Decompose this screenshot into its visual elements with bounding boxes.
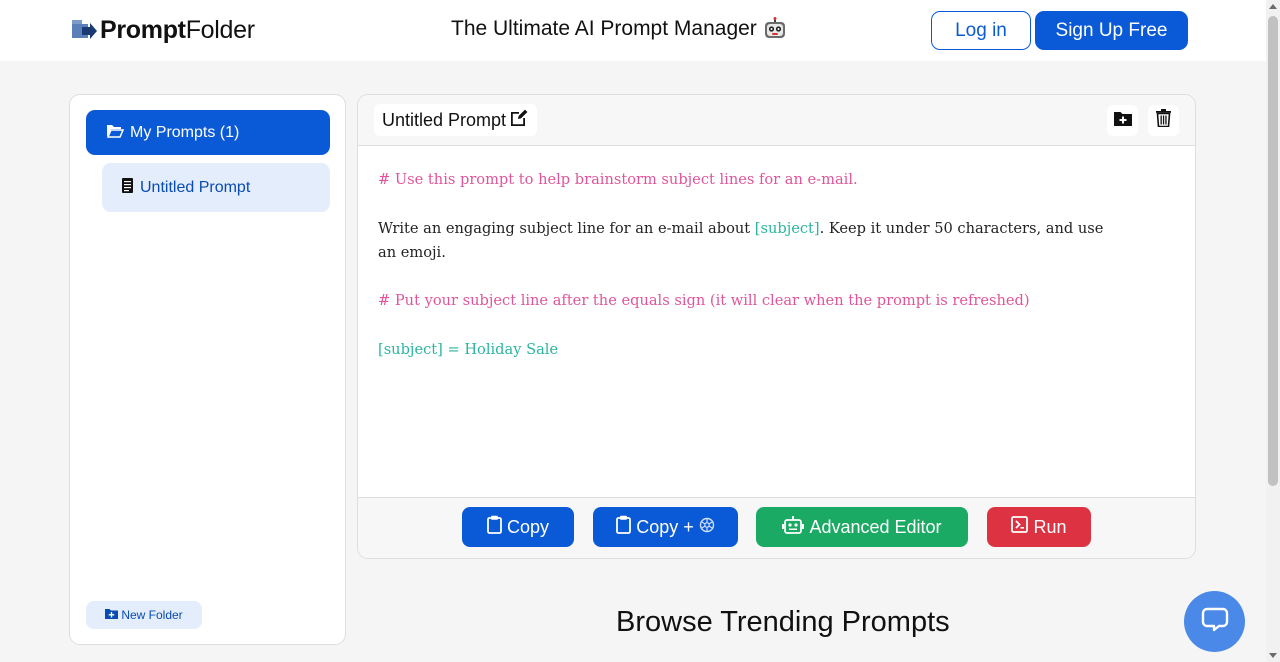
prompt-line: an emoji. <box>378 243 446 261</box>
subject-variable: [subject] <box>754 219 820 237</box>
robot-icon <box>782 515 805 539</box>
folder-my-prompts[interactable]: My Prompts (1) <box>86 110 330 155</box>
terminal-icon <box>1011 516 1029 538</box>
run-button[interactable]: Run <box>987 507 1091 547</box>
chatgpt-logo-icon <box>699 517 715 538</box>
help-chat-button[interactable] <box>1184 591 1245 652</box>
scroll-up-arrow-icon[interactable] <box>1269 4 1277 9</box>
copy-button[interactable]: Copy <box>462 507 574 547</box>
run-label: Run <box>1033 516 1067 537</box>
copy-label: Copy <box>506 516 550 537</box>
prompt-text: . Keep it under 50 characters, and use <box>819 219 1104 237</box>
prompt-text-area[interactable]: # Use this prompt to help brainstorm sub… <box>358 146 1195 498</box>
folder-plus-icon <box>105 608 119 622</box>
prompt-item-label: Untitled Prompt <box>140 178 251 196</box>
delete-prompt-button[interactable] <box>1148 105 1179 136</box>
edit-pencil-icon[interactable] <box>509 108 529 132</box>
logo-text: PromptFolder <box>100 15 255 44</box>
document-icon <box>122 177 133 198</box>
chat-bubble-icon <box>1201 605 1229 638</box>
advanced-editor-label: Advanced Editor <box>809 516 942 537</box>
prompt-text: Write an engaging subject line for an e-… <box>378 219 755 237</box>
tagline-text: The Ultimate AI Prompt Manager <box>451 17 757 40</box>
tagline: The Ultimate AI Prompt Manager <box>451 17 787 41</box>
trending-section-title: Browse Trending Prompts <box>616 606 950 638</box>
folders-sidebar: My Prompts (1) Untitled Prompt New Folde… <box>69 94 346 645</box>
trash-icon <box>1156 109 1171 132</box>
add-to-folder-button[interactable] <box>1107 105 1138 136</box>
scroll-thumb[interactable] <box>1268 16 1278 486</box>
clipboard-icon <box>487 515 502 539</box>
top-header: PromptFolder The Ultimate AI Prompt Mana… <box>0 0 1266 61</box>
prompt-editor: Untitled Prompt # Use this prompt to hel… <box>357 94 1196 559</box>
new-folder-button[interactable]: New Folder <box>86 601 202 629</box>
scroll-down-arrow-icon[interactable] <box>1269 653 1277 658</box>
folder-label: My Prompts (1) <box>130 123 240 141</box>
prompt-title[interactable]: Untitled Prompt <box>374 104 538 136</box>
page-scrollbar[interactable] <box>1266 0 1280 662</box>
logo[interactable]: PromptFolder <box>72 15 255 45</box>
prompt-line: Write an engaging subject line for an e-… <box>378 217 1175 241</box>
copy-plus-label: Copy + <box>636 516 694 537</box>
new-folder-label: New Folder <box>121 608 183 622</box>
robot-face-icon <box>763 17 787 41</box>
prompt-title-text: Untitled Prompt <box>382 109 507 130</box>
folder-plus-icon <box>1113 111 1132 131</box>
logo-folder-arrow-icon <box>72 18 98 42</box>
comment-line: # Put your subject line after the equals… <box>378 292 1030 310</box>
signup-button[interactable]: Sign Up Free <box>1035 11 1188 50</box>
copy-to-chatgpt-button[interactable]: Copy + <box>593 507 738 547</box>
editor-actions: Copy Copy + Advanced Editor Run <box>358 498 1195 558</box>
comment-line: # Use this prompt to help brainstorm sub… <box>378 171 858 188</box>
editor-header: Untitled Prompt <box>358 95 1195 146</box>
advanced-editor-button[interactable]: Advanced Editor <box>756 507 968 547</box>
open-folder-icon <box>106 123 125 143</box>
sidebar-prompt-item[interactable]: Untitled Prompt <box>102 163 330 212</box>
login-button[interactable]: Log in <box>931 11 1031 50</box>
variable-assignment-line: [subject] = Holiday Sale <box>378 341 559 359</box>
clipboard-icon <box>616 515 632 539</box>
